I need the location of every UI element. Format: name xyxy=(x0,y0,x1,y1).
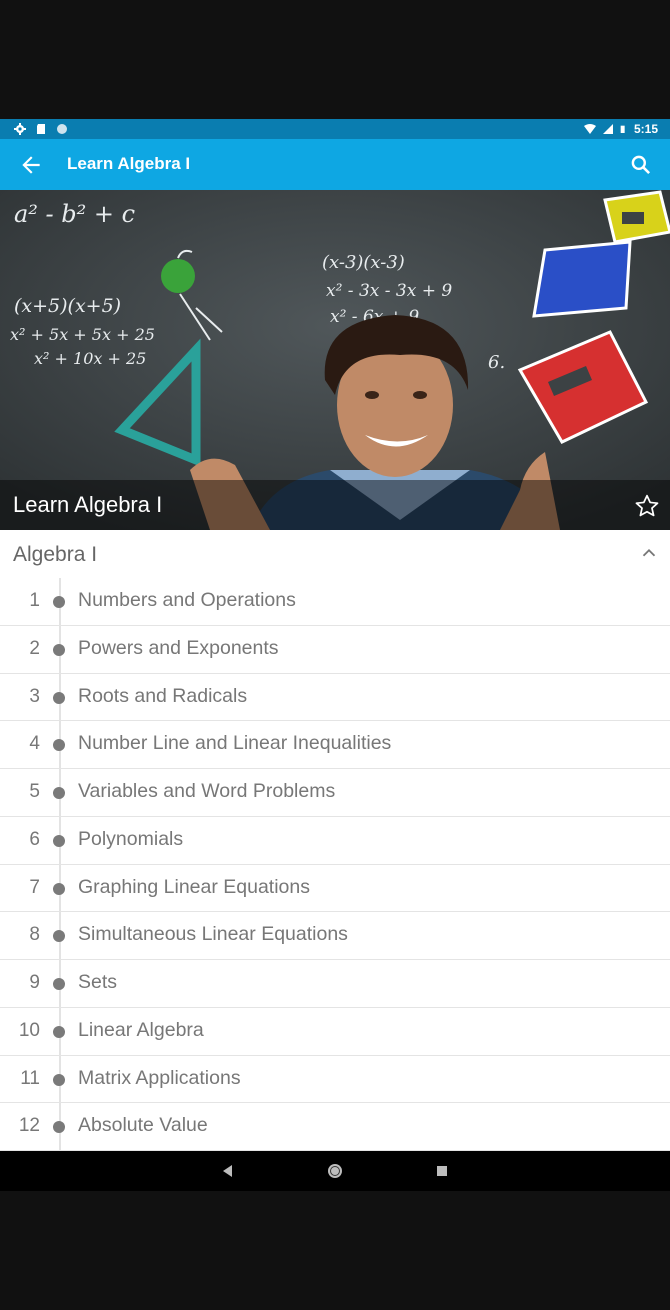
timeline-dot xyxy=(53,1073,65,1086)
search-icon[interactable] xyxy=(628,152,654,178)
top-letterbox xyxy=(0,0,670,119)
lesson-title: Variables and Word Problems xyxy=(78,780,336,802)
lesson-title: Graphing Linear Equations xyxy=(78,875,310,898)
lesson-row-6[interactable]: 6 Polynomials xyxy=(0,817,670,865)
status-bar: 5:15 xyxy=(0,119,670,139)
nav-back-icon[interactable] xyxy=(218,1161,238,1181)
lesson-title: Powers and Exponents xyxy=(78,636,279,659)
chalk-six: 6. xyxy=(488,352,505,373)
chalk-mid-1: (x-3)(x-3) xyxy=(322,252,405,273)
nav-home-icon[interactable] xyxy=(325,1161,345,1181)
chevron-up-icon[interactable] xyxy=(638,542,660,564)
lesson-row-8[interactable]: 8 Simultaneous Linear Equations xyxy=(0,912,670,960)
chalk-top-left: a² - b² + c xyxy=(14,200,135,228)
app-bar: Learn Algebra I xyxy=(0,139,670,190)
lesson-row-4[interactable]: 4 Number Line and Linear Inequalities xyxy=(0,721,670,769)
lesson-list: 1 Numbers and Operations 2 Powers and Expon… xyxy=(0,578,670,1151)
lesson-row-12[interactable]: 12 Absolute Value xyxy=(0,1103,670,1151)
chalkboard-illustration: a² - b² + c (x+5)(x+5) x² + 5x + 5x + 25… xyxy=(0,190,670,530)
lesson-row-3[interactable]: 3 Roots and Radicals xyxy=(0,674,670,722)
chalk-left-3: x² + 10x + 25 xyxy=(34,349,146,368)
timeline-dot xyxy=(53,643,65,656)
timeline-dot xyxy=(53,739,65,752)
chalk-mid-2: x² - 3x - 3x + 9 xyxy=(326,281,452,301)
lesson-title: Sets xyxy=(78,971,118,993)
lesson-title: Matrix Applications xyxy=(78,1066,241,1089)
lesson-title: Number Line and Linear Inequalities xyxy=(78,732,392,755)
gear-icon xyxy=(14,123,26,135)
lesson-number: 4 xyxy=(29,733,40,755)
star-outline-icon[interactable] xyxy=(634,493,660,519)
lesson-number: 10 xyxy=(18,1019,40,1041)
lesson-row-7[interactable]: 7 Graphing Linear Equations xyxy=(0,865,670,913)
lesson-row-10[interactable]: 10 Linear Algebra xyxy=(0,1008,670,1056)
lesson-number: 6 xyxy=(29,828,40,850)
timeline-dot xyxy=(53,1025,65,1038)
circle-icon xyxy=(57,124,67,134)
lesson-number: 1 xyxy=(29,590,40,611)
battery-icon xyxy=(620,125,625,133)
timeline-dot xyxy=(53,834,65,847)
lesson-number: 9 xyxy=(29,972,40,993)
lesson-row-1[interactable]: 1 Numbers and Operations xyxy=(0,578,670,626)
apple-drawing xyxy=(161,259,195,293)
timeline-dot xyxy=(53,1121,65,1134)
lesson-row-9[interactable]: 9 Sets xyxy=(0,960,670,1008)
timeline-dot xyxy=(53,978,65,990)
lesson-title: Simultaneous Linear Equations xyxy=(78,923,348,946)
lesson-title: Absolute Value xyxy=(78,1114,208,1137)
app-bar-title: Learn Algebra I xyxy=(67,154,191,173)
chalk-left-2: x² + 5x + 5x + 25 xyxy=(10,325,155,344)
lesson-title: Numbers and Operations xyxy=(78,589,296,611)
lesson-number: 7 xyxy=(29,876,40,898)
lesson-number: 5 xyxy=(29,781,40,802)
lesson-row-11[interactable]: 11 Matrix Applications xyxy=(0,1056,670,1104)
wifi-icon xyxy=(583,124,596,134)
timeline-dot xyxy=(53,930,65,943)
hero-banner: a² - b² + c (x+5)(x+5) x² + 5x + 5x + 25… xyxy=(0,190,670,530)
bottom-letterbox xyxy=(0,1191,670,1310)
section-title: Algebra I xyxy=(13,543,98,566)
lesson-number: 8 xyxy=(29,924,40,946)
timeline-dot xyxy=(53,691,65,704)
status-time: 5:15 xyxy=(633,122,658,136)
signal-icon xyxy=(602,124,613,134)
timeline-dot xyxy=(53,882,65,895)
lesson-number: 3 xyxy=(29,685,40,707)
lesson-title: Linear Algebra xyxy=(78,1018,204,1041)
timeline-dot xyxy=(53,787,65,799)
lesson-number: 2 xyxy=(29,637,40,659)
hero-caption: Learn Algebra I xyxy=(13,492,163,517)
lesson-title: Roots and Radicals xyxy=(78,684,248,707)
lesson-number: 12 xyxy=(18,1115,40,1137)
sd-card-icon xyxy=(37,124,45,134)
arrow-back-icon[interactable] xyxy=(18,152,44,178)
timeline-dot xyxy=(53,596,65,608)
section-header[interactable]: Algebra I xyxy=(0,530,670,578)
lesson-row-2[interactable]: 2 Powers and Exponents xyxy=(0,626,670,674)
nav-recents-icon[interactable] xyxy=(432,1161,452,1181)
lesson-content: Algebra I 1 Numbers and Operations 2 Powers… xyxy=(0,530,670,1151)
chalk-left-1: (x+5)(x+5) xyxy=(14,295,121,317)
lesson-title: Polynomials xyxy=(78,827,184,850)
lesson-row-5[interactable]: 5 Variables and Word Problems xyxy=(0,769,670,817)
system-nav-bar xyxy=(0,1151,670,1191)
lesson-number: 11 xyxy=(20,1067,40,1089)
